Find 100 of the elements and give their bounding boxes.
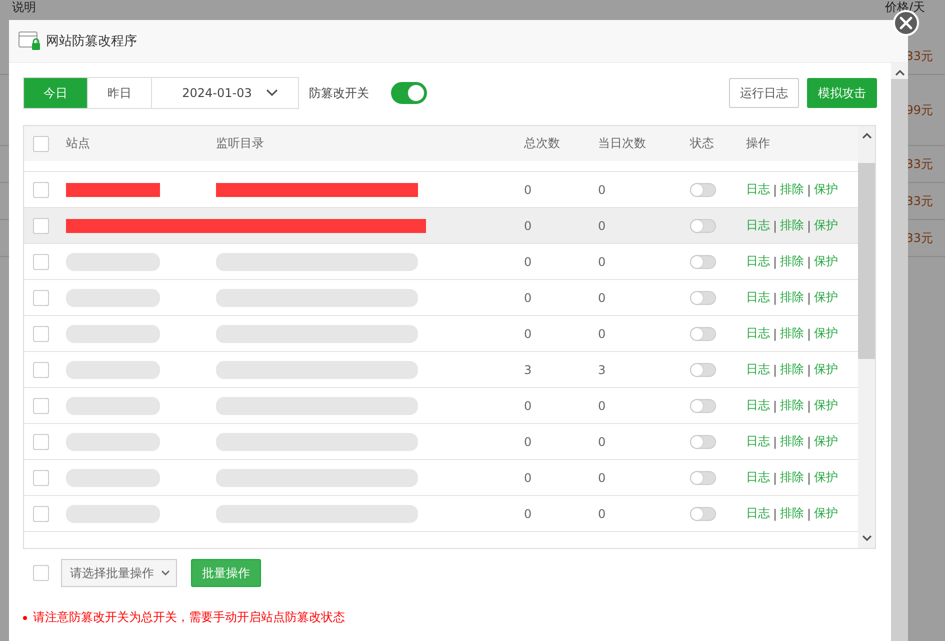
checkbox[interactable] [33, 362, 49, 378]
scrollbar[interactable] [891, 63, 908, 641]
action-link[interactable]: 排除 [780, 253, 804, 270]
checkbox[interactable] [33, 565, 49, 581]
checkbox[interactable] [33, 182, 49, 198]
action-link[interactable]: 排除 [780, 181, 804, 198]
action-link[interactable]: 日志 [746, 325, 770, 342]
separator-text: | [807, 326, 812, 340]
action-link[interactable]: 保护 [814, 289, 838, 306]
toggle-switch[interactable] [690, 254, 716, 268]
toggle-switch[interactable] [690, 398, 716, 412]
action-link[interactable]: 日志 [746, 433, 770, 450]
toggle-switch[interactable] [690, 182, 716, 196]
toggle-switch[interactable] [690, 326, 716, 340]
date-tab[interactable]: 今日 [24, 78, 88, 108]
window-lock-icon [18, 31, 42, 51]
action-link[interactable]: 排除 [780, 217, 804, 234]
separator-text: | [807, 362, 812, 376]
separator-text: | [773, 290, 778, 304]
checkbox[interactable] [33, 254, 49, 270]
count-text: 0 [524, 470, 532, 484]
separator-text: | [773, 254, 778, 268]
close-icon[interactable] [899, 16, 913, 30]
dialog-title: 网站防篡改程序 [46, 33, 137, 50]
chevron-up-icon[interactable] [894, 69, 904, 76]
action-link[interactable]: 日志 [746, 253, 770, 270]
action-link[interactable]: 排除 [780, 433, 804, 450]
count-text: 0 [598, 290, 606, 304]
count-text: 3 [524, 362, 532, 376]
action-link[interactable]: 保护 [814, 469, 838, 486]
action-link[interactable]: 排除 [780, 289, 804, 306]
count-text: 0 [598, 218, 606, 232]
chevron-down-icon [161, 570, 170, 576]
column-header: 说明 [12, 0, 36, 14]
action-link[interactable]: 排除 [780, 325, 804, 342]
action-link[interactable]: 日志 [746, 505, 770, 522]
column-header: 总次数 [524, 135, 561, 152]
scrollbar-thumb[interactable] [858, 163, 875, 359]
action-link[interactable]: 日志 [746, 289, 770, 306]
separator-text: | [773, 362, 778, 376]
checkbox[interactable] [33, 218, 49, 234]
chevron-up-icon[interactable] [862, 132, 872, 139]
action-link[interactable]: 保护 [814, 361, 838, 378]
action-link[interactable]: 日志 [746, 181, 770, 198]
chevron-down-icon[interactable] [862, 535, 872, 542]
batch-select[interactable]: 请选择批量操作 [61, 559, 177, 587]
toggle-switch[interactable] [690, 218, 716, 232]
toggle-switch[interactable] [690, 290, 716, 304]
count-text: 0 [524, 290, 532, 304]
count-text: 0 [598, 326, 606, 340]
count-text: 0 [598, 254, 606, 268]
toggle-switch[interactable] [391, 82, 427, 104]
action-link[interactable]: 日志 [746, 397, 770, 414]
checkbox[interactable] [33, 290, 49, 306]
column-header: 站点 [66, 135, 91, 152]
toggle-switch[interactable] [690, 506, 716, 520]
action-link[interactable]: 日志 [746, 217, 770, 234]
chevron-down-icon [266, 89, 278, 97]
checkbox[interactable] [33, 470, 49, 486]
separator-text: | [773, 326, 778, 340]
action-link[interactable]: 排除 [780, 361, 804, 378]
separator-text: | [773, 470, 778, 484]
checkbox[interactable] [33, 398, 49, 414]
separator-text: | [807, 398, 812, 412]
separator-text: | [807, 182, 812, 196]
scrollbar[interactable] [858, 126, 875, 548]
count-text: 0 [524, 218, 532, 232]
log-button[interactable]: 运行日志 [729, 78, 799, 108]
toggle-switch[interactable] [690, 434, 716, 448]
action-link[interactable]: 排除 [780, 397, 804, 414]
action-link[interactable]: 保护 [814, 181, 838, 198]
action-link[interactable]: 保护 [814, 433, 838, 450]
action-link[interactable]: 排除 [780, 469, 804, 486]
action-link[interactable]: 排除 [780, 505, 804, 522]
batch-button[interactable]: 批量操作 [191, 559, 261, 587]
count-text: 0 [524, 434, 532, 448]
action-link[interactable]: 保护 [814, 397, 838, 414]
notice-text: 请注意防篡改开关为总开关，需要手动开启站点防篡改状态 [33, 609, 345, 626]
checkbox[interactable] [33, 136, 49, 152]
checkbox[interactable] [33, 506, 49, 522]
action-link[interactable]: 日志 [746, 469, 770, 486]
count-text: 0 [524, 506, 532, 520]
checkbox[interactable] [33, 326, 49, 342]
count-text: 0 [598, 398, 606, 412]
action-link[interactable]: 保护 [814, 217, 838, 234]
checkbox[interactable] [33, 434, 49, 450]
action-link[interactable]: 日志 [746, 361, 770, 378]
count-text: 0 [524, 398, 532, 412]
toggle-switch[interactable] [690, 470, 716, 484]
action-link[interactable]: 保护 [814, 325, 838, 342]
separator-text: | [807, 218, 812, 232]
toggle-switch[interactable] [690, 362, 716, 376]
column-header: 状态 [690, 135, 715, 152]
simulate-button[interactable]: 模拟攻击 [807, 78, 877, 108]
separator-text: | [807, 470, 812, 484]
count-text: 3 [598, 362, 606, 376]
action-link[interactable]: 保护 [814, 253, 838, 270]
action-link[interactable]: 保护 [814, 505, 838, 522]
count-text: 0 [598, 182, 606, 196]
separator-text: | [807, 254, 812, 268]
